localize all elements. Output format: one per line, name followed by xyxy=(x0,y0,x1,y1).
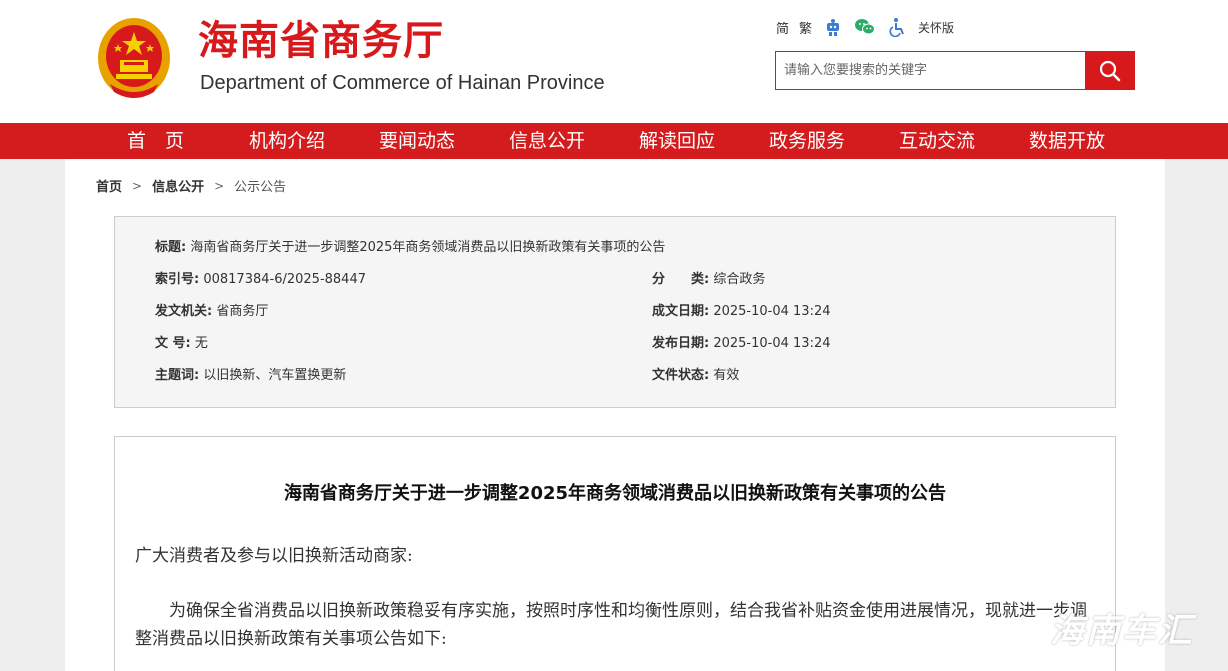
search-box xyxy=(775,51,1135,90)
meta-row-docno: 文 号: 无 发布日期: 2025-10-04 13:24 xyxy=(115,334,1115,354)
meta-row-title: 标题: 海南省商务厅关于进一步调整2025年商务领域消费品以旧换新政策有关事项的… xyxy=(115,238,1115,258)
traditional-chinese-link[interactable]: 繁 xyxy=(799,18,812,37)
breadcrumb-home[interactable]: 首页 xyxy=(96,176,122,195)
wechat-icon[interactable] xyxy=(854,16,876,38)
meta-keywords-label: 主题词: xyxy=(155,368,200,383)
simplified-chinese-link[interactable]: 简 xyxy=(776,18,789,37)
meta-docno-value: 无 xyxy=(194,336,208,351)
nav-item-interpretation[interactable]: 解读回应 xyxy=(639,123,715,159)
nav-item-open-data[interactable]: 数据开放 xyxy=(1029,123,1105,159)
search-icon xyxy=(1099,60,1120,81)
meta-published-label: 发布日期: xyxy=(652,336,710,351)
article-title: 海南省商务厅关于进一步调整2025年商务领域消费品以旧换新政策有关事项的公告 xyxy=(283,483,947,504)
article-salutation: 广大消费者及参与以旧换新活动商家: xyxy=(135,546,413,566)
search-input[interactable] xyxy=(776,52,1086,89)
meta-docno-label: 文 号: xyxy=(155,336,191,351)
nav-item-interaction[interactable]: 互动交流 xyxy=(899,123,975,159)
breadcrumb: 首页 > 信息公开 > 公示公告 xyxy=(96,176,286,196)
meta-row-index: 索引号: 00817384-6/2025-88447 分 类: 综合政务 xyxy=(115,270,1115,290)
accessibility-icon[interactable] xyxy=(886,16,908,38)
article-paragraph: 为确保全省消费品以旧换新政策稳妥有序实施，按照时序性和均衡性原则，结合我省补贴资… xyxy=(135,601,1087,649)
meta-published-value: 2025-10-04 13:24 xyxy=(713,336,831,351)
search-button[interactable] xyxy=(1085,52,1134,89)
meta-keywords-value: 以旧换新、汽车置换更新 xyxy=(203,368,347,383)
nav-item-news[interactable]: 要闻动态 xyxy=(379,123,455,159)
meta-status-label: 文件状态: xyxy=(652,368,710,383)
meta-issuer-label: 发文机关: xyxy=(155,304,213,319)
main-nav: 首 页 机构介绍 要闻动态 信息公开 解读回应 政务服务 互动交流 数据开放 xyxy=(0,123,1228,159)
top-utility-links: 简 繁 关怀版 xyxy=(776,14,954,40)
meta-row-keywords: 主题词: 以旧换新、汽车置换更新 文件状态: 有效 xyxy=(115,366,1115,386)
site-subtitle-en: Department of Commerce of Hainan Provinc… xyxy=(200,72,605,94)
meta-row-issuer: 发文机关: 省商务厅 成文日期: 2025-10-04 13:24 xyxy=(115,302,1115,322)
meta-category-value: 综合政务 xyxy=(713,272,766,287)
site-header: 海南省商务厅 Department of Commerce of Hainan … xyxy=(0,0,1228,123)
breadcrumb-current[interactable]: 公示公告 xyxy=(234,176,286,195)
nav-item-about[interactable]: 机构介绍 xyxy=(249,123,325,159)
robot-icon[interactable] xyxy=(822,16,844,38)
article-body: 海南省商务厅关于进一步调整2025年商务领域消费品以旧换新政策有关事项的公告 广… xyxy=(114,436,1116,671)
document-metadata: 标题: 海南省商务厅关于进一步调整2025年商务领域消费品以旧换新政策有关事项的… xyxy=(114,216,1116,408)
meta-title-value: 海南省商务厅关于进一步调整2025年商务领域消费品以旧换新政策有关事项的公告 xyxy=(190,240,666,255)
national-emblem-icon xyxy=(98,18,170,98)
meta-created-label: 成文日期: xyxy=(652,304,710,319)
care-mode-link[interactable]: 关怀版 xyxy=(918,19,954,36)
breadcrumb-disclosure[interactable]: 信息公开 xyxy=(152,176,204,195)
meta-index-label: 索引号: xyxy=(155,272,200,287)
meta-status-value: 有效 xyxy=(713,368,740,383)
breadcrumb-separator: > xyxy=(214,178,225,193)
meta-category-label: 分 类: xyxy=(652,272,710,287)
meta-index-value: 00817384-6/2025-88447 xyxy=(203,272,366,287)
breadcrumb-separator: > xyxy=(132,178,143,193)
nav-item-disclosure[interactable]: 信息公开 xyxy=(509,123,585,159)
meta-title-label: 标题: xyxy=(155,240,187,255)
nav-item-home[interactable]: 首 页 xyxy=(127,123,184,159)
meta-issuer-value: 省商务厅 xyxy=(216,304,269,319)
nav-item-services[interactable]: 政务服务 xyxy=(769,123,845,159)
meta-created-value: 2025-10-04 13:24 xyxy=(713,304,831,319)
site-title[interactable]: 海南省商务厅 xyxy=(198,17,444,65)
watermark-text: 海南车汇 xyxy=(1050,611,1194,651)
